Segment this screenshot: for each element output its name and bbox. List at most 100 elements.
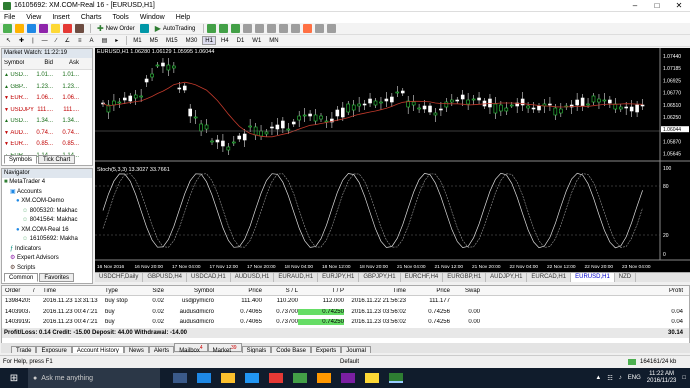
- tester-icon[interactable]: [75, 24, 84, 33]
- terminal-col-header[interactable]: Price: [406, 288, 450, 294]
- chart-shift-icon[interactable]: [291, 24, 301, 33]
- terminal-col-header[interactable]: Order: [2, 288, 30, 294]
- terminal-tab[interactable]: Experts: [310, 346, 342, 353]
- channel-icon[interactable]: ∠: [62, 36, 73, 45]
- menu-help[interactable]: Help: [176, 14, 190, 21]
- new-chart-icon[interactable]: [3, 24, 12, 33]
- auto-scroll-icon[interactable]: [279, 24, 289, 33]
- line-chart-icon[interactable]: [231, 24, 241, 33]
- zoom-out-icon[interactable]: [255, 24, 265, 33]
- chart-tab[interactable]: EURAUD,H1: [274, 273, 319, 282]
- navigator-item[interactable]: ⚙ Expert Advisors: [2, 254, 92, 264]
- market-watch-row[interactable]: ▲ GBP... 1.23... 1.23...: [2, 81, 92, 93]
- chart-tab[interactable]: GBPJPY,H1: [359, 273, 401, 282]
- col-bid[interactable]: Bid: [35, 60, 55, 66]
- terminal-icon[interactable]: [63, 24, 72, 33]
- tile-windows-icon[interactable]: [267, 24, 277, 33]
- terminal-col-header[interactable]: /: [30, 288, 40, 294]
- order-row[interactable]: 14039037 2016.11.23 00:47:21 buy 0.02 audusd…: [2, 307, 689, 318]
- terminal-tab[interactable]: Alerts: [148, 346, 175, 353]
- terminal-tab[interactable]: Exposure: [36, 346, 72, 353]
- bar-chart-icon[interactable]: [207, 24, 217, 33]
- terminal-col-header[interactable]: Size: [142, 288, 164, 294]
- timeframe-mn[interactable]: MN: [266, 36, 281, 45]
- terminal-col-header[interactable]: Time: [40, 288, 102, 294]
- navigator-item[interactable]: ƒ Indicators: [2, 245, 92, 255]
- close-button[interactable]: ✕: [668, 0, 690, 12]
- navigator-item[interactable]: ☺ 8005320: Makhac: [2, 207, 92, 217]
- crosshair-icon[interactable]: ✚: [16, 36, 27, 45]
- market-watch-row[interactable]: ▼ EUR... 0.85... 0.85...: [2, 139, 92, 151]
- notifications-icon[interactable]: □: [682, 375, 686, 381]
- navigator-item[interactable]: ☺ 16105692: Makha: [2, 235, 92, 245]
- tray-arrow-icon[interactable]: ▲: [595, 375, 601, 381]
- volume-icon[interactable]: ♪: [619, 375, 622, 381]
- network-icon[interactable]: ☷: [607, 375, 612, 382]
- market-watch-row[interactable]: ▲ USD... 1.01... 1.01...: [2, 70, 92, 82]
- tab-symbols[interactable]: Symbols: [4, 155, 38, 164]
- data-window-icon[interactable]: [39, 24, 48, 33]
- chart-tab[interactable]: EURUSD,H1: [571, 273, 615, 282]
- chart-tab[interactable]: EURGBP,H1: [443, 273, 487, 282]
- terminal-tab[interactable]: Signals: [241, 346, 272, 353]
- cortana-search[interactable]: ● Ask me anything: [28, 368, 160, 388]
- terminal-tab[interactable]: Journal: [341, 346, 371, 353]
- chart-tab[interactable]: USDCHF,Daily: [95, 273, 144, 282]
- terminal-col-header[interactable]: Profit: [666, 288, 689, 294]
- chart-tab[interactable]: EURJPY,H1: [318, 273, 360, 282]
- candlestick-icon[interactable]: [219, 24, 229, 33]
- terminal-col-header[interactable]: Price: [214, 288, 262, 294]
- terminal-tab[interactable]: Market39: [207, 343, 242, 353]
- market-watch-row[interactable]: ▲ USD... 1.34... 1.34...: [2, 116, 92, 128]
- terminal-col-header[interactable]: Time: [344, 288, 406, 294]
- tab-common[interactable]: Common: [4, 273, 39, 282]
- media-icon[interactable]: [341, 373, 355, 383]
- chart-tab[interactable]: GBPUSD,H4: [143, 273, 188, 282]
- horizontal-line-icon[interactable]: —: [39, 36, 51, 45]
- clock[interactable]: 11:22 AM 2016/11/23: [647, 371, 677, 385]
- market-watch-row[interactable]: ▼ USDJPY 111.... 111....: [2, 104, 92, 116]
- fibonacci-icon[interactable]: ≡: [75, 36, 85, 45]
- folder-icon[interactable]: [317, 373, 331, 383]
- zoom-in-icon[interactable]: [243, 24, 253, 33]
- label-icon[interactable]: ▤: [99, 36, 111, 45]
- timeframe-m30[interactable]: M30: [183, 36, 201, 45]
- chart-tab[interactable]: USDCAD,H1: [187, 273, 231, 282]
- menu-insert[interactable]: Insert: [52, 14, 70, 21]
- metatrader-taskbar-icon[interactable]: [389, 373, 403, 383]
- periods-icon[interactable]: [315, 24, 325, 33]
- navigator-item[interactable]: ■ MetaTrader 4: [2, 178, 92, 188]
- arrows-icon[interactable]: ▸: [112, 36, 121, 45]
- language-indicator[interactable]: ENG: [628, 375, 641, 381]
- market-watch-icon[interactable]: [27, 24, 36, 33]
- minimize-button[interactable]: –: [624, 0, 646, 12]
- indicators-icon[interactable]: [303, 24, 313, 33]
- navigator-item[interactable]: ● XM.COM-Demo: [2, 197, 92, 207]
- terminal-col-header[interactable]: S / L: [262, 288, 298, 294]
- terminal-tab[interactable]: News: [123, 346, 149, 353]
- chart-tab[interactable]: EURCHF,H4: [401, 273, 444, 282]
- notes-icon[interactable]: [365, 373, 379, 383]
- navigator-icon[interactable]: [51, 24, 60, 33]
- tab-tick-chart[interactable]: Tick Chart: [38, 155, 76, 164]
- terminal-col-header[interactable]: Type: [102, 288, 142, 294]
- menu-view[interactable]: View: [26, 14, 41, 21]
- chart-tab[interactable]: AUDJPY,H1: [486, 273, 528, 282]
- navigator-item[interactable]: ⚙ Scripts: [2, 264, 92, 274]
- market-watch-row[interactable]: ▼ AUD... 0.74... 0.74...: [2, 127, 92, 139]
- order-row[interactable]: 13984205 2016.11.23 13:31:13 buy stop 0.02 u…: [2, 296, 689, 307]
- timeframe-d1[interactable]: D1: [234, 36, 248, 45]
- chart-tab[interactable]: EURCAD,H1: [527, 273, 572, 282]
- new-order-button[interactable]: ✚ New Order: [94, 24, 138, 33]
- price-chart[interactable]: 1.07440 1.07185 1.06925 1.06770 1.06510 1.062…: [95, 48, 690, 272]
- navigator-item[interactable]: ▣ Accounts: [2, 188, 92, 198]
- windows-start-icon[interactable]: ⊞: [0, 368, 28, 388]
- autotrading-button[interactable]: ▶ AutoTrading: [152, 24, 199, 33]
- maximize-button[interactable]: □: [646, 0, 668, 12]
- store-icon[interactable]: [245, 373, 259, 383]
- text-icon[interactable]: A: [87, 36, 97, 45]
- timeframe-m1[interactable]: M1: [130, 36, 144, 45]
- templates-icon[interactable]: [327, 24, 337, 33]
- terminal-tab[interactable]: Account History: [71, 346, 124, 353]
- edge-icon[interactable]: [197, 373, 211, 383]
